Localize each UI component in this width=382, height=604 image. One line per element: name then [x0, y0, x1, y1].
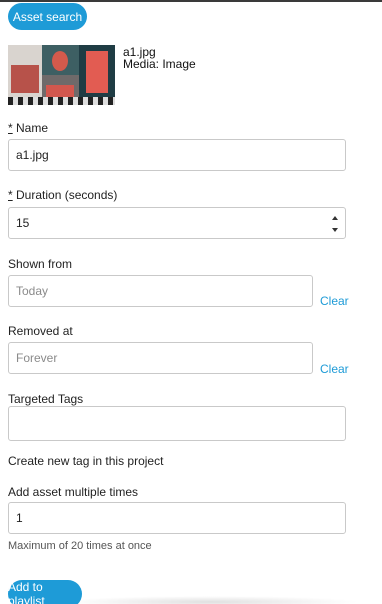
stepper-down-icon[interactable]	[332, 228, 338, 232]
required-mark: *	[8, 121, 13, 135]
multiple-times-hint: Maximum of 20 times at once	[8, 540, 152, 552]
shown-from-input[interactable]: Today	[8, 275, 313, 307]
name-label: * Name	[8, 121, 48, 135]
multiple-times-label: Add asset multiple times	[8, 485, 139, 499]
name-label-text: Name	[16, 121, 49, 135]
duration-input[interactable]: 15	[8, 207, 346, 239]
multiple-times-input[interactable]: 1	[8, 502, 346, 534]
removed-at-placeholder: Forever	[16, 351, 58, 365]
duration-stepper[interactable]	[331, 216, 339, 232]
duration-label-text: Duration (seconds)	[16, 188, 118, 202]
targeted-tags-input[interactable]	[8, 406, 346, 441]
name-input[interactable]: a1.jpg	[8, 139, 346, 171]
add-to-playlist-button[interactable]: Add to playlist	[8, 580, 82, 604]
removed-at-input[interactable]: Forever	[8, 342, 313, 374]
shown-from-clear-link[interactable]: Clear	[320, 294, 349, 308]
shown-from-label: Shown from	[8, 257, 73, 271]
create-tag-link[interactable]: Create new tag in this project	[8, 454, 163, 468]
asset-media-type: Media: Image	[123, 57, 196, 71]
duration-label: * Duration (seconds)	[8, 188, 117, 202]
shown-from-placeholder: Today	[16, 284, 49, 298]
asset-search-button[interactable]: Asset search	[8, 3, 87, 30]
required-mark: *	[8, 188, 13, 202]
asset-thumbnail	[8, 45, 115, 105]
duration-input-value: 15	[16, 216, 30, 230]
top-border	[0, 0, 382, 2]
removed-at-clear-link[interactable]: Clear	[320, 362, 349, 376]
bottom-shadow	[60, 596, 360, 604]
removed-at-label: Removed at	[8, 324, 73, 338]
stepper-up-icon[interactable]	[332, 216, 338, 220]
targeted-tags-label: Targeted Tags	[8, 392, 84, 406]
name-input-value: a1.jpg	[16, 148, 49, 162]
multiple-times-value: 1	[16, 511, 23, 525]
